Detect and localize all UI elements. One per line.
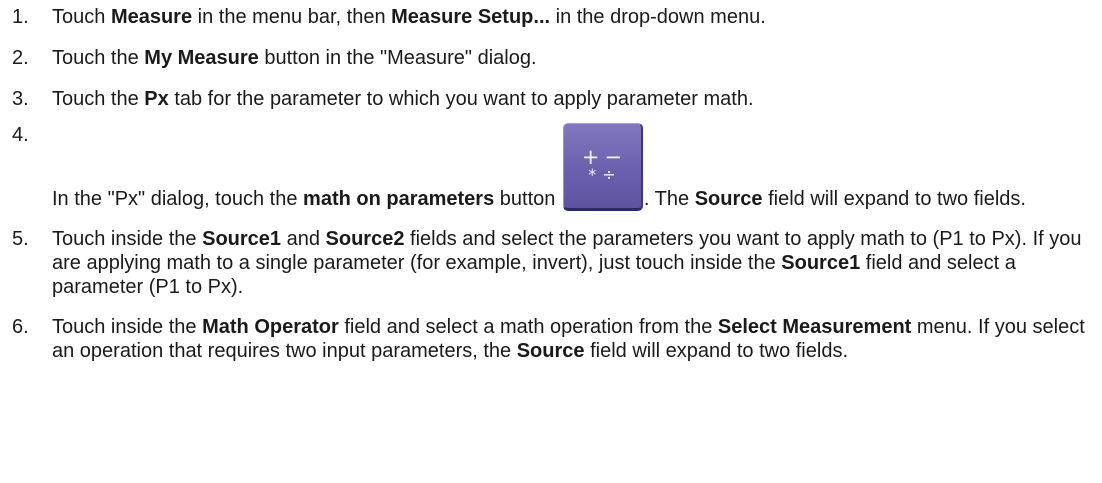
step-text: Touch inside the: [52, 316, 203, 338]
step-text: In the "Px" dialog, touch the: [52, 188, 304, 210]
step-text: in the menu bar, then: [192, 6, 392, 28]
step-text: and: [281, 228, 326, 250]
step-6: 6. Touch inside the Math Operator field …: [12, 315, 1097, 363]
step-text: field and select a math operation from t…: [338, 316, 718, 338]
math-on-parameters-label: math on parameters: [303, 188, 495, 210]
step-number: 1.: [12, 6, 29, 28]
math-operator-label: Math Operator: [202, 316, 339, 338]
step-3: 3. Touch the Px tab for the parameter to…: [12, 87, 1097, 111]
step-text: field will expand to two fields.: [584, 340, 848, 362]
source1-label: Source1: [202, 228, 282, 250]
step-number: 5.: [12, 228, 29, 250]
step-text: Touch the: [52, 47, 145, 69]
step-number: 3.: [12, 88, 29, 110]
step-text: button in the "Measure" dialog.: [258, 47, 537, 69]
step-text: field will expand to two fields.: [762, 188, 1026, 210]
step-text: in the drop-down menu.: [550, 6, 766, 28]
source-field-label: Source: [516, 340, 585, 362]
instruction-steps: 1. Touch Measure in the menu bar, then M…: [12, 0, 1097, 363]
measure-menu-label: Measure: [110, 6, 193, 28]
step-text: button: [494, 188, 561, 210]
multiply-divide-glyphs: *÷: [588, 165, 622, 184]
step-text: tab for the parameter to which you want …: [168, 88, 754, 110]
step-4: 4. In the "Px" dialog, touch the math on…: [12, 123, 1097, 211]
select-measurement-label: Select Measurement: [717, 316, 912, 338]
step-text: Touch inside the: [52, 228, 203, 250]
step-5: 5. Touch inside the Source1 and Source2 …: [12, 227, 1097, 299]
step-number: 2.: [12, 47, 29, 69]
measure-setup-label: Measure Setup...: [391, 6, 551, 28]
step-text: . The: [643, 188, 695, 210]
step-text: Touch: [52, 6, 111, 28]
source-field-label: Source: [694, 188, 763, 210]
px-tab-label: Px: [144, 88, 169, 110]
math-on-parameters-icon: +− *÷: [562, 123, 643, 211]
step-text: Touch the: [52, 88, 145, 110]
my-measure-label: My Measure: [144, 47, 259, 69]
step-1: 1. Touch Measure in the menu bar, then M…: [12, 5, 1097, 29]
source1-label: Source1: [781, 252, 861, 274]
step-number: 6.: [12, 316, 29, 338]
source2-label: Source2: [325, 228, 405, 250]
step-number: 4.: [12, 124, 29, 146]
step-2: 2. Touch the My Measure button in the "M…: [12, 46, 1097, 70]
